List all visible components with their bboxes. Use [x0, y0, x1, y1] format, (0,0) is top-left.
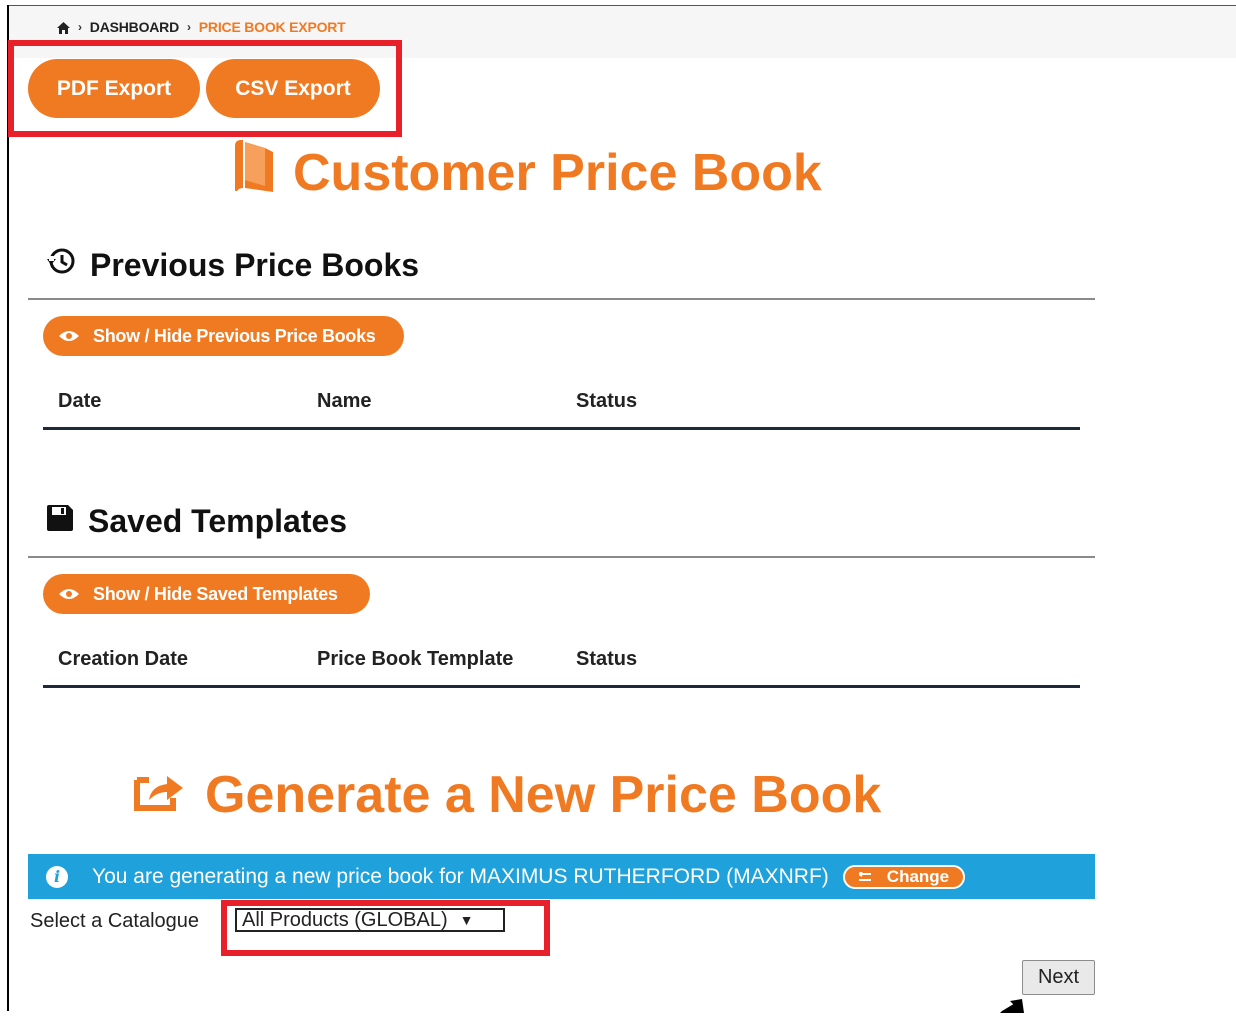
page-title-text: Customer Price Book — [293, 143, 822, 202]
info-icon: i — [46, 865, 68, 888]
column-creation-date: Creation Date — [58, 648, 189, 670]
eye-icon — [59, 326, 79, 347]
column-price-book-template: Price Book Template — [317, 648, 514, 670]
breadcrumb-dashboard[interactable]: DASHBOARD — [90, 19, 179, 35]
templates-section-title: Saved Templates — [46, 503, 347, 540]
change-label: Change — [886, 866, 950, 886]
previous-section-title: Previous Price Books — [46, 246, 419, 284]
next-button[interactable]: Next — [1022, 960, 1095, 995]
book-icon — [233, 138, 275, 207]
breadcrumb: › DASHBOARD › PRICE BOOK EXPORT — [57, 19, 346, 35]
info-banner: i You are generating a new price book fo… — [28, 854, 1095, 899]
pdf-export-button[interactable]: PDF Export — [28, 59, 200, 118]
templates-divider — [28, 556, 1095, 558]
generate-title-text: Generate a New Price Book — [205, 766, 882, 824]
page-frame-left — [7, 5, 9, 1011]
templates-section-title-text: Saved Templates — [88, 503, 348, 539]
share-export-icon — [133, 765, 189, 825]
column-name: Name — [317, 390, 372, 412]
previous-section-title-text: Previous Price Books — [90, 246, 420, 283]
catalogue-label: Select a Catalogue — [30, 910, 200, 932]
info-banner-text: You are generating a new price book for … — [92, 864, 829, 888]
catalogue-select-value: All Products (GLOBAL) — [242, 908, 448, 931]
eye-icon — [59, 584, 79, 605]
dropdown-arrow-icon: ▼ — [459, 912, 474, 928]
toggle-saved-templates-button[interactable]: Show / Hide Saved Templates — [43, 574, 370, 614]
chevron-right-icon: › — [187, 20, 191, 34]
home-icon[interactable] — [57, 21, 70, 34]
breadcrumb-price-book-export: PRICE BOOK EXPORT — [198, 19, 346, 35]
toggle-previous-price-books-button[interactable]: Show / Hide Previous Price Books — [43, 316, 404, 356]
page-title: Customer Price Book — [233, 138, 822, 207]
chevron-right-icon: › — [78, 20, 82, 34]
column-date: Date — [58, 390, 102, 412]
toggle-previous-label: Show / Hide Previous Price Books — [93, 325, 376, 346]
floppy-disk-icon — [46, 503, 74, 540]
column-status: Status — [576, 648, 638, 670]
swap-icon — [856, 867, 875, 887]
history-icon — [46, 246, 76, 284]
mouse-cursor-icon — [990, 995, 1024, 1018]
csv-export-button[interactable]: CSV Export — [206, 59, 380, 118]
toggle-templates-label: Show / Hide Saved Templates — [93, 583, 338, 604]
change-customer-button[interactable]: Change — [842, 864, 966, 889]
column-status: Status — [576, 390, 638, 412]
generate-title: Generate a New Price Book — [133, 765, 881, 825]
templates-table-rule — [43, 685, 1080, 688]
previous-table-rule — [43, 427, 1080, 430]
previous-divider — [28, 298, 1095, 300]
catalogue-select[interactable]: All Products (GLOBAL) ▼ — [235, 908, 505, 932]
